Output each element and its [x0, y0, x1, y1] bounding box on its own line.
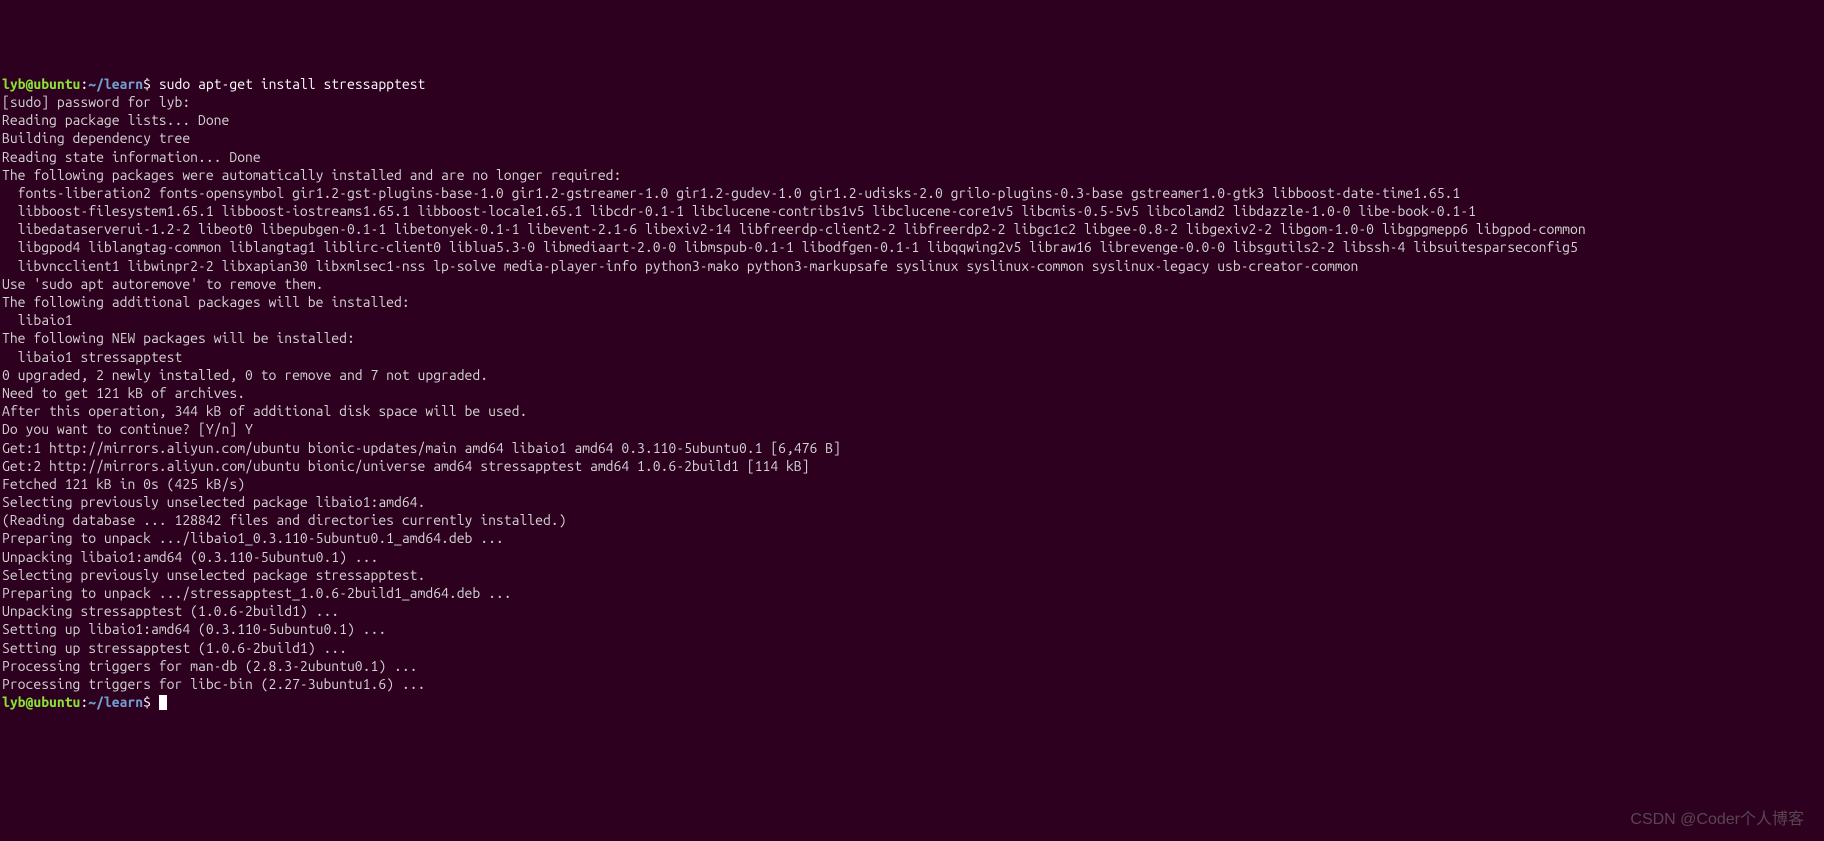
output-line: libgpod4 liblangtag-common liblangtag1 l…	[2, 238, 1822, 256]
output-line: (Reading database ... 128842 files and d…	[2, 511, 1822, 529]
output-line: fonts-liberation2 fonts-opensymbol gir1.…	[2, 184, 1822, 202]
output-line: Preparing to unpack .../libaio1_0.3.110-…	[2, 529, 1822, 547]
output-line: libboost-filesystem1.65.1 libboost-iostr…	[2, 202, 1822, 220]
prompt-user: lyb@ubuntu	[2, 76, 80, 92]
prompt-dollar: $	[143, 76, 151, 92]
watermark-text: CSDN @Coder个人博客	[1630, 810, 1804, 831]
output-line: Do you want to continue? [Y/n] Y	[2, 420, 1822, 438]
cursor-icon[interactable]	[159, 695, 167, 710]
output-line: The following additional packages will b…	[2, 293, 1822, 311]
output-line: Get:2 http://mirrors.aliyun.com/ubuntu b…	[2, 457, 1822, 475]
output-line: The following packages were automaticall…	[2, 166, 1822, 184]
output-line: Processing triggers for libc-bin (2.27-3…	[2, 675, 1822, 693]
output-line: Use 'sudo apt autoremove' to remove them…	[2, 275, 1822, 293]
command-text	[151, 694, 159, 710]
output-line: [sudo] password for lyb:	[2, 93, 1822, 111]
command-text: sudo apt-get install stressapptest	[151, 76, 425, 92]
output-line: Fetched 121 kB in 0s (425 kB/s)	[2, 475, 1822, 493]
output-line: Need to get 121 kB of archives.	[2, 384, 1822, 402]
output-line: Selecting previously unselected package …	[2, 566, 1822, 584]
output-line: Selecting previously unselected package …	[2, 493, 1822, 511]
output-line: Unpacking libaio1:amd64 (0.3.110-5ubuntu…	[2, 548, 1822, 566]
prompt-path: ~/learn	[88, 694, 143, 710]
prompt-user: lyb@ubuntu	[2, 694, 80, 710]
prompt-path: ~/learn	[88, 76, 143, 92]
output-line: Preparing to unpack .../stressapptest_1.…	[2, 584, 1822, 602]
output-line: libaio1	[2, 311, 1822, 329]
output-line: The following NEW packages will be insta…	[2, 329, 1822, 347]
prompt-colon: :	[80, 694, 88, 710]
output-line: After this operation, 344 kB of addition…	[2, 402, 1822, 420]
prompt-line-1: lyb@ubuntu:~/learn$ sudo apt-get install…	[2, 76, 425, 92]
output-line: Processing triggers for man-db (2.8.3-2u…	[2, 657, 1822, 675]
output-line: Setting up stressapptest (1.0.6-2build1)…	[2, 639, 1822, 657]
output-line: Get:1 http://mirrors.aliyun.com/ubuntu b…	[2, 439, 1822, 457]
prompt-line-2: lyb@ubuntu:~/learn$	[2, 694, 167, 710]
output-line: 0 upgraded, 2 newly installed, 0 to remo…	[2, 366, 1822, 384]
output-line: Reading package lists... Done	[2, 111, 1822, 129]
output-line: libaio1 stressapptest	[2, 348, 1822, 366]
output-line: Building dependency tree	[2, 129, 1822, 147]
output-line: Setting up libaio1:amd64 (0.3.110-5ubunt…	[2, 620, 1822, 638]
prompt-dollar: $	[143, 694, 151, 710]
terminal-output[interactable]: lyb@ubuntu:~/learn$ sudo apt-get install…	[2, 75, 1822, 712]
output-line: Unpacking stressapptest (1.0.6-2build1) …	[2, 602, 1822, 620]
output-line: libedataserverui-1.2-2 libeot0 libepubge…	[2, 220, 1822, 238]
output-line: libvncclient1 libwinpr2-2 libxapian30 li…	[2, 257, 1822, 275]
output-line: Reading state information... Done	[2, 148, 1822, 166]
